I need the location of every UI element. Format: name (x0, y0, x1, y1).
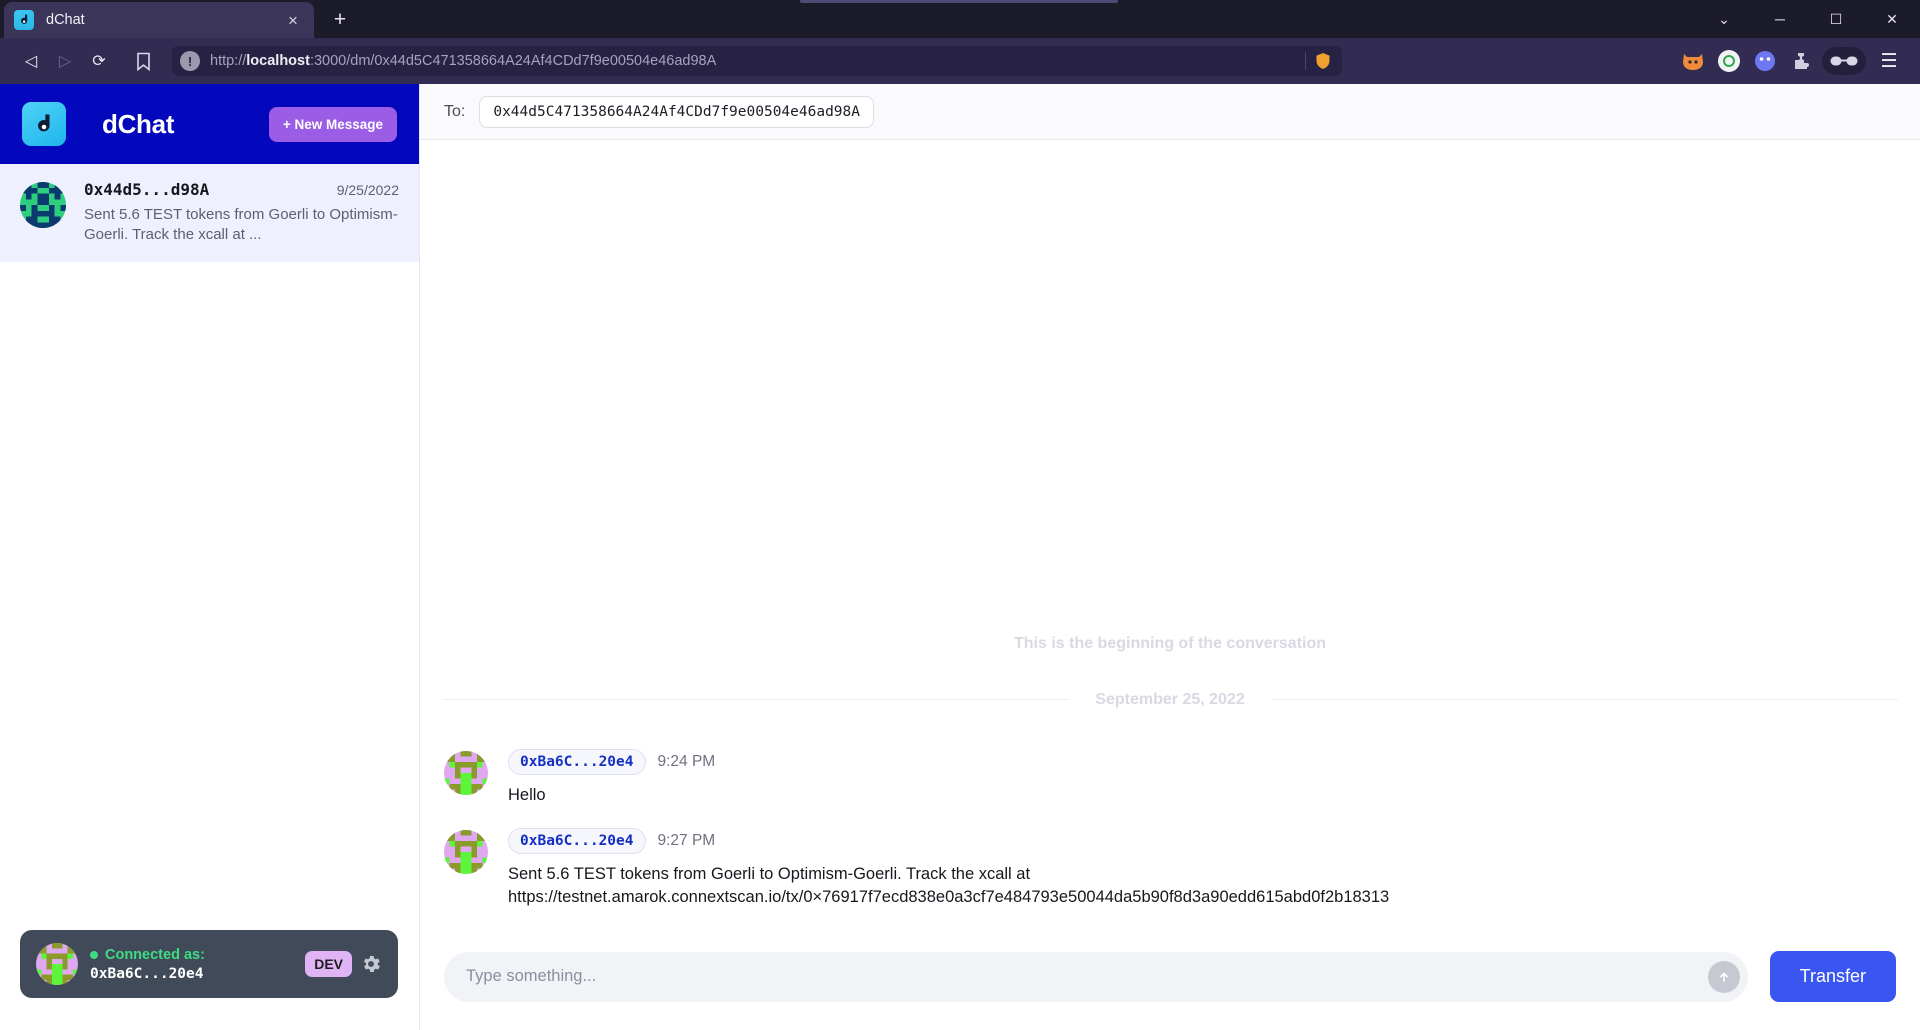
conversation-start-notice: This is the beginning of the conversatio… (1013, 634, 1327, 652)
message-timestamp: 9:27 PM (657, 832, 716, 850)
message-header: 0xBa6C...20e4 9:27 PM (508, 828, 1896, 855)
to-label: To: (444, 102, 466, 120)
connection-actions: DEV (305, 951, 382, 977)
send-arrow-icon (1719, 971, 1728, 982)
divider-line-left (442, 699, 1070, 701)
site-info-icon[interactable]: ! (180, 51, 200, 71)
message-body: 0xBa6C...20e4 9:24 PM Hello (508, 748, 1896, 807)
dchat-logo-icon (14, 10, 34, 30)
tab-strip-accent (800, 0, 1118, 3)
maximize-icon[interactable]: ☐ (1808, 0, 1864, 38)
date-divider: September 25, 2022 (420, 691, 1920, 709)
connection-status-label: Connected as: (90, 947, 205, 963)
message-sender-address[interactable]: 0xBa6C...20e4 (508, 748, 646, 775)
conversation-name: 0x44d5...d98A (84, 180, 210, 199)
message-row: 0xBa6C...20e4 9:27 PM Sent 5.6 TEST toke… (420, 828, 1920, 909)
puzzle-extension-icon[interactable] (1786, 46, 1816, 76)
avatar (36, 943, 78, 985)
fox-extension-icon[interactable] (1678, 46, 1708, 76)
url-bar[interactable]: ! http://localhost:3000/dm/0x44d5C471358… (172, 46, 1342, 76)
browser-tab-dchat[interactable]: dChat × (4, 2, 314, 38)
wallet-extension-icon[interactable] (1714, 46, 1744, 76)
message-text: Sent 5.6 TEST tokens from Goerli to Opti… (508, 865, 1390, 907)
browser-chrome: dChat × + ⌄ ─ ☐ ✕ ◁ ▷ ⟳ ! http://localho… (0, 0, 1920, 84)
conversation-preview: Sent 5.6 TEST tokens from Goerli to Opti… (84, 206, 398, 243)
message-composer: Transfer (420, 939, 1920, 1030)
minimize-icon[interactable]: ─ (1752, 0, 1808, 38)
send-button[interactable] (1707, 960, 1740, 993)
dchat-app: dChat + New Message 0x44d5...d98A 9/25/2… (0, 84, 1920, 1030)
env-badge-dev[interactable]: DEV (305, 951, 352, 977)
messages-list: This is the beginning of the conversatio… (420, 140, 1920, 939)
url-divider (1305, 52, 1306, 70)
connection-text: Connected as: 0xBa6C...20e4 (90, 947, 205, 982)
dchat-logo-icon (22, 102, 66, 146)
sidebar-header: dChat + New Message (0, 84, 419, 164)
shield-icon[interactable] (1310, 48, 1336, 74)
bookmark-icon[interactable] (126, 44, 160, 78)
gear-icon[interactable] (360, 953, 382, 975)
new-message-button[interactable]: + New Message (268, 106, 397, 142)
browser-toolbar: ◁ ▷ ⟳ ! http://localhost:3000/dm/0x44d5C… (0, 38, 1920, 84)
sidebar: dChat + New Message 0x44d5...d98A 9/25/2… (0, 84, 420, 1030)
message-header: 0xBa6C...20e4 9:24 PM (508, 748, 1896, 775)
list-item-header: 0x44d5...d98A 9/25/2022 (84, 180, 399, 199)
message-input-wrapper[interactable] (444, 951, 1748, 1002)
glasses-extension-icon[interactable] (1822, 47, 1866, 75)
tab-strip: dChat × + ⌄ ─ ☐ ✕ (0, 0, 1920, 38)
url-scheme: http:// (210, 53, 247, 69)
url-host: localhost (246, 53, 310, 69)
url-text: http://localhost:3000/dm/0x44d5C47135866… (210, 53, 1305, 69)
connected-address: 0xBa6C...20e4 (90, 965, 204, 982)
message-text: Hello (508, 785, 546, 804)
avatar (444, 750, 488, 795)
new-tab-button[interactable]: + (326, 6, 354, 34)
message-input[interactable] (466, 967, 1708, 986)
list-item-body: 0x44d5...d98A 9/25/2022 Sent 5.6 TEST to… (84, 180, 399, 244)
conversation-pane: To: 0x44d5C471358664A24Af4CDd7f9e00504e4… (420, 84, 1920, 1030)
forward-icon[interactable]: ▷ (48, 44, 82, 78)
message-timestamp: 9:24 PM (657, 752, 716, 770)
conversation-list: 0x44d5...d98A 9/25/2022 Sent 5.6 TEST to… (0, 164, 419, 262)
window-close-icon[interactable]: ✕ (1864, 0, 1920, 38)
extensions-area (1678, 46, 1872, 76)
window-controls: ⌄ ─ ☐ ✕ (1696, 0, 1920, 38)
blue-extension-icon[interactable] (1750, 46, 1780, 76)
message-sender-address[interactable]: 0xBa6C...20e4 (508, 828, 646, 855)
reload-icon[interactable]: ⟳ (82, 44, 116, 78)
page-title: dChat (102, 108, 175, 139)
close-icon[interactable]: × (282, 9, 304, 31)
list-item[interactable]: 0x44d5...d98A 9/25/2022 Sent 5.6 TEST to… (0, 164, 419, 262)
tab-title: dChat (46, 12, 85, 28)
avatar (444, 830, 488, 875)
divider-line-right (1270, 699, 1899, 701)
back-icon[interactable]: ◁ (14, 44, 48, 78)
url-path: :3000/dm/0x44d5C471358664A24Af4CDd7f9e00… (309, 53, 717, 69)
message-body: 0xBa6C...20e4 9:27 PM Sent 5.6 TEST toke… (508, 828, 1896, 909)
message-row: 0xBa6C...20e4 9:24 PM Hello (420, 748, 1920, 807)
status-badge: Connected as: (105, 946, 205, 963)
browser-menu-icon[interactable]: ☰ (1872, 44, 1906, 78)
minimize-to-tray-icon[interactable]: ⌄ (1696, 0, 1752, 38)
recipient-address-field[interactable]: 0x44d5C471358664A24Af4CDd7f9e00504e46ad9… (479, 95, 874, 128)
connection-status-card[interactable]: Connected as: 0xBa6C...20e4 DEV (20, 930, 398, 998)
avatar (20, 182, 66, 228)
conversation-date: 9/25/2022 (336, 182, 399, 198)
date-divider-label: September 25, 2022 (1095, 690, 1245, 708)
recipient-bar: To: 0x44d5C471358664A24Af4CDd7f9e00504e4… (420, 84, 1920, 140)
transfer-button[interactable]: Transfer (1769, 951, 1896, 1002)
status-indicator-icon (90, 950, 98, 959)
